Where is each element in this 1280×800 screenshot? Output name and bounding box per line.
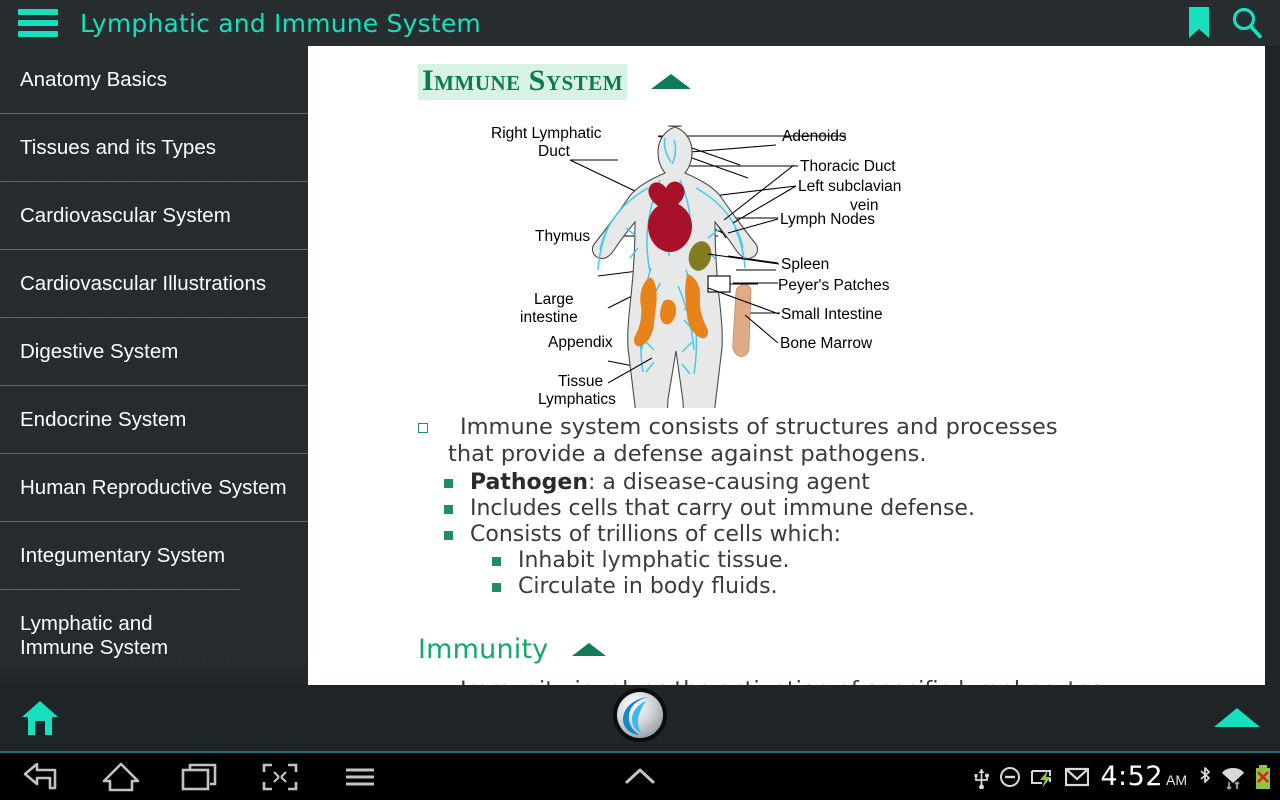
- square-bullet-icon: [444, 478, 453, 488]
- sidebar-item-endocrine-system[interactable]: Endocrine System: [0, 385, 308, 453]
- square-bullet-icon: [492, 556, 501, 566]
- figure-label: Right Lymphatic: [491, 125, 602, 142]
- home-icon[interactable]: [101, 761, 141, 793]
- menu-icon[interactable]: [340, 761, 380, 793]
- sidebar-item-label: Digestive System: [20, 340, 179, 363]
- figure-label: Peyer's Patches: [778, 277, 890, 294]
- battery-error-icon: [1256, 764, 1270, 789]
- bullet-level2: Consists of trillions of cells which:: [416, 522, 1265, 548]
- gmail-icon: [1065, 767, 1090, 786]
- page-title: Lymphatic and Immune System: [80, 9, 481, 38]
- bullet-text: Inhabit lymphatic tissue.: [518, 547, 790, 573]
- clock: 4:52 AM: [1100, 761, 1187, 792]
- content-panel[interactable]: Immune System Adenoids Right Lymphatic D…: [308, 46, 1265, 685]
- sidebar-item-integumentary-system[interactable]: Integumentary System: [0, 521, 308, 589]
- bullet-text: Consists of trillions of cells which:: [470, 521, 842, 547]
- bullet-level1: Immunity involves the activation of spec…: [416, 677, 1116, 685]
- sidebar-item-tissues-and-its-types[interactable]: Tissues and its Types: [0, 113, 308, 181]
- figure-label: Lymphatics: [538, 391, 616, 408]
- bluetooth-icon: [1200, 766, 1210, 783]
- figure-label: Small Intestine: [781, 306, 883, 323]
- figure-label: Duct: [538, 143, 571, 160]
- app-header: Lymphatic and Immune System: [0, 0, 1280, 46]
- home-icon[interactable]: [20, 699, 60, 737]
- battery-charging-icon: [1031, 769, 1052, 787]
- bullet-text: Immune system consists of structures and…: [448, 413, 1058, 467]
- clock-meridiem: AM: [1166, 772, 1187, 788]
- bullet-text: Immunity involves the activation of spec…: [448, 677, 1116, 685]
- chevron-up-icon[interactable]: [620, 761, 660, 793]
- bullet-text: Includes cells that carry out immune def…: [470, 495, 975, 521]
- figure-label: Spleen: [781, 256, 829, 273]
- bullet-text: Circulate in body fluids.: [518, 573, 778, 599]
- bullet-level3: Inhabit lymphatic tissue.: [416, 548, 1265, 574]
- sidebar-item-cardiovascular-illustrations[interactable]: Cardiovascular Illustrations: [0, 249, 308, 317]
- sidebar-item-cardiovascular-system[interactable]: Cardiovascular System: [0, 181, 308, 249]
- recent-apps-icon[interactable]: [180, 761, 220, 793]
- bullet-list-immune-system: Immune system consists of structures and…: [308, 408, 1265, 600]
- sidebar-item-anatomy-basics[interactable]: Anatomy Basics: [0, 46, 308, 113]
- search-icon[interactable]: [1230, 6, 1264, 40]
- app-root: Lymphatic and Immune System Anatomy Basi…: [0, 0, 1280, 800]
- bullet-term: Pathogen: [470, 469, 589, 495]
- sidebar-nav[interactable]: Anatomy Basics Tissues and its Types Car…: [0, 46, 308, 685]
- square-bullet-icon: [444, 530, 453, 540]
- usb-icon: [974, 768, 990, 789]
- section-header-immunity: Immunity: [308, 634, 1265, 665]
- figure-label: Large: [534, 291, 574, 308]
- bullet-level3: Circulate in body fluids.: [416, 574, 1265, 600]
- figure-label: intestine: [520, 309, 578, 326]
- bullet-list-immunity: Immunity involves the activation of spec…: [308, 665, 1265, 685]
- figure-label: Thymus: [535, 228, 590, 245]
- app-logo-icon[interactable]: [612, 687, 668, 743]
- triangle-up-icon[interactable]: [1214, 708, 1260, 727]
- android-navigation-bar: 4:52 AM: [0, 753, 1280, 800]
- screenshot-icon[interactable]: [260, 761, 300, 793]
- square-bullet-icon: [492, 582, 501, 592]
- bullet-text: : a disease-causing agent: [588, 469, 870, 495]
- figure-label: Lymph Nodes: [780, 211, 875, 228]
- hollow-square-bullet-icon: [418, 422, 428, 433]
- bullet-level2: Includes cells that carry out immune def…: [416, 496, 1265, 522]
- hamburger-menu-icon[interactable]: [18, 9, 58, 37]
- bookmark-icon[interactable]: [1184, 6, 1214, 40]
- figure-label: Bone Marrow: [780, 335, 873, 352]
- section-title: Immunity: [418, 633, 549, 665]
- sidebar-item-digestive-system[interactable]: Digestive System: [0, 317, 308, 385]
- hamburger-bar: [18, 20, 58, 26]
- sidebar-item-label: Integumentary System: [20, 544, 226, 567]
- sidebar-item-lymphatic-and-immune-system[interactable]: Lymphatic and Immune System: [0, 589, 240, 681]
- sidebar-item-label: Endocrine System: [20, 408, 187, 431]
- sidebar-item-label: Cardiovascular System: [20, 204, 231, 227]
- header-actions: [1184, 6, 1264, 40]
- bullet-level2: Pathogen: a disease-causing agent: [416, 470, 1265, 496]
- square-bullet-icon: [444, 504, 453, 514]
- sidebar-item-label: Anatomy Basics: [20, 68, 167, 91]
- clock-time: 4:52: [1100, 761, 1163, 792]
- section-header-immune-system: Immune System: [308, 56, 1265, 100]
- section-title: Immune System: [418, 64, 628, 100]
- sidebar-item-label: Cardiovascular Illustrations: [20, 272, 267, 295]
- sidebar-item-human-reproductive-system[interactable]: Human Reproductive System: [0, 453, 308, 521]
- sidebar-item-label: Human Reproductive System: [20, 476, 287, 499]
- bullet-level1: Immune system consists of structures and…: [416, 414, 1106, 468]
- triangle-up-icon[interactable]: [651, 74, 692, 90]
- lymphatic-system-diagram: Adenoids Right Lymphatic Duct Thoracic D…: [308, 108, 1265, 408]
- figure-label: Tissue: [558, 373, 603, 390]
- back-icon[interactable]: [22, 761, 64, 793]
- wifi-icon: [1222, 767, 1244, 790]
- hamburger-bar: [18, 31, 58, 37]
- hamburger-bar: [18, 9, 58, 15]
- figure-label: Left subclavian: [798, 178, 901, 195]
- figure-label: Appendix: [548, 334, 613, 351]
- figure-label: Thoracic Duct: [800, 158, 896, 175]
- do-not-disturb-icon: [1000, 766, 1021, 787]
- sidebar-item-label: Tissues and its Types: [20, 136, 216, 159]
- triangle-up-icon[interactable]: [572, 642, 607, 656]
- status-bar: 4:52 AM: [973, 753, 1272, 800]
- sidebar-item-label: Lymphatic and Immune System: [20, 612, 169, 659]
